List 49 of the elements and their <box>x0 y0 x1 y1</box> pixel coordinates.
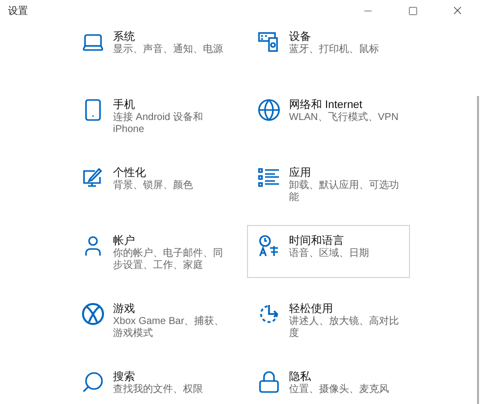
tile-title: 隐私 <box>289 370 312 384</box>
settings-tile[interactable]: 时间和语言 语音、区域、日期 <box>247 225 410 278</box>
keyboard-speaker-icon <box>257 30 281 54</box>
clock-letters-icon <box>257 234 281 258</box>
globe-icon <box>257 98 281 122</box>
tile-description: 语音、区域、日期 <box>289 248 370 260</box>
search-icon <box>81 370 105 394</box>
tile-description: Xbox Game Bar、捕获、游戏模式 <box>113 316 226 340</box>
settings-tile[interactable]: 轻松使用 讲述人、放大镜、高对比度 <box>247 293 410 346</box>
tile-title: 应用 <box>289 166 312 180</box>
xbox-icon <box>81 302 105 326</box>
settings-tile[interactable]: 网络和 Internet WLAN、飞行模式、VPN <box>247 89 410 142</box>
tile-description: 蓝牙、打印机、鼠标 <box>289 44 380 56</box>
tile-title: 个性化 <box>113 166 147 180</box>
tile-description: WLAN、飞行模式、VPN <box>289 112 400 124</box>
settings-tile[interactable]: 手机 连接 Android 设备和 iPhone <box>71 89 234 142</box>
tile-description: 查找我的文件、权限 <box>113 384 204 396</box>
settings-tile[interactable]: 帐户 你的帐户、电子邮件、同步设置、工作、家庭 <box>71 225 234 278</box>
list-icon <box>257 166 281 190</box>
tile-title: 设备 <box>289 30 312 44</box>
settings-tile[interactable]: 个性化 背景、锁屏、颜色 <box>71 157 234 210</box>
window-title: 设置 <box>7 4 28 19</box>
tile-title: 轻松使用 <box>289 302 334 316</box>
settings-tile[interactable]: 游戏 Xbox Game Bar、捕获、游戏模式 <box>71 293 234 346</box>
tile-description: 显示、声音、通知、电源 <box>113 44 224 56</box>
dashed-clock-icon <box>257 302 281 326</box>
tile-title: 帐户 <box>113 234 136 248</box>
settings-tile[interactable]: 隐私 位置、摄像头、麦克风 <box>247 361 410 404</box>
tile-title: 时间和语言 <box>289 234 345 248</box>
close-icon <box>451 4 464 17</box>
tile-description: 卸载、默认应用、可选功能 <box>289 180 400 204</box>
settings-tile[interactable]: 应用 卸载、默认应用、可选功能 <box>247 157 410 210</box>
tile-description: 连接 Android 设备和 iPhone <box>113 112 204 136</box>
tile-description: 你的帐户、电子邮件、同步设置、工作、家庭 <box>113 248 224 272</box>
tile-title: 系统 <box>113 30 136 44</box>
maximize-icon <box>408 6 418 16</box>
tile-description: 讲述人、放大镜、高对比度 <box>289 316 400 340</box>
settings-tile[interactable]: 设备 蓝牙、打印机、鼠标 <box>247 21 410 74</box>
lock-icon <box>257 370 281 394</box>
tile-title: 手机 <box>113 98 136 112</box>
monitor-brush-icon <box>81 166 105 190</box>
tile-title: 网络和 Internet <box>289 98 364 112</box>
tile-description: 位置、摄像头、麦克风 <box>289 384 390 396</box>
tile-title: 搜索 <box>113 370 136 384</box>
scrollbar[interactable] <box>477 96 479 404</box>
settings-tile[interactable]: 搜索 查找我的文件、权限 <box>71 361 234 404</box>
settings-tile[interactable]: 系统 显示、声音、通知、电源 <box>71 21 234 74</box>
tile-title: 游戏 <box>113 302 136 316</box>
tile-description: 背景、锁屏、颜色 <box>113 180 194 192</box>
